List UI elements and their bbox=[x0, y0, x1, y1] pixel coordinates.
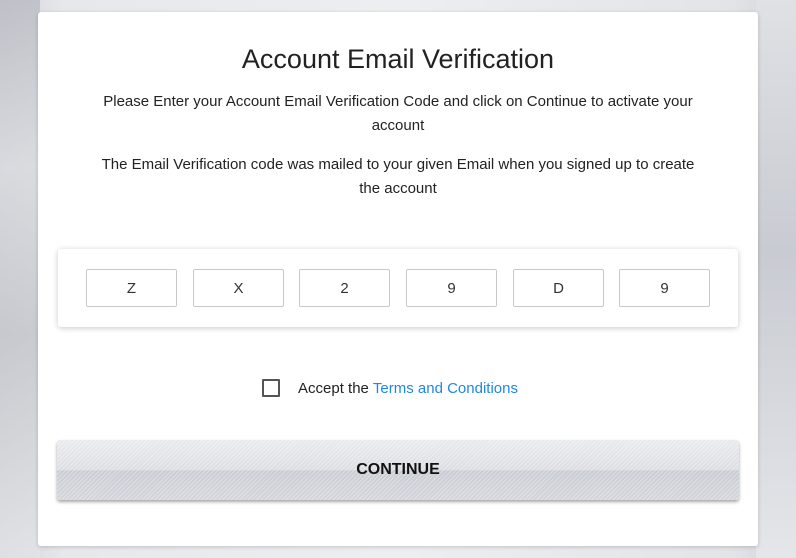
code-input-5[interactable] bbox=[513, 269, 604, 307]
terms-prefix-text: Accept the bbox=[298, 379, 369, 397]
continue-button[interactable]: CONTINUE bbox=[57, 440, 739, 500]
verification-code-panel bbox=[58, 249, 738, 327]
terms-link[interactable]: Terms and Conditions bbox=[373, 380, 518, 397]
page-title: Account Email Verification bbox=[241, 44, 555, 74]
code-input-1[interactable] bbox=[86, 269, 177, 307]
instruction-text: Please Enter your Account Email Verifica… bbox=[103, 93, 693, 134]
code-input-4[interactable] bbox=[406, 269, 497, 307]
code-input-6[interactable] bbox=[619, 269, 710, 307]
verification-card: Account Email Verification Please Enter … bbox=[38, 12, 758, 546]
terms-checkbox[interactable] bbox=[262, 379, 280, 397]
code-input-2[interactable] bbox=[193, 269, 284, 307]
background-figure-right bbox=[756, 0, 796, 558]
background-figure-left bbox=[0, 0, 40, 558]
terms-row: Accept the Terms and Conditions bbox=[262, 378, 518, 398]
code-input-3[interactable] bbox=[299, 269, 390, 307]
email-note-text: The Email Verification code was mailed t… bbox=[101, 156, 695, 197]
